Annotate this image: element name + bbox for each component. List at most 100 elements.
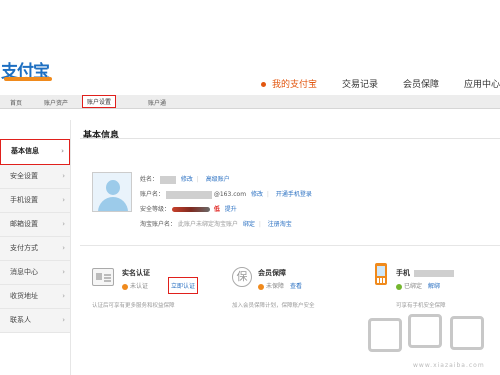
card-protection: 保 会员保障 未保障 查看 加入会员保障计划，保障账户安全 [232, 246, 362, 316]
title-divider [80, 138, 500, 139]
realname-status-text: 未认证 [130, 283, 149, 290]
nav-member-protection[interactable]: 会员保障 [403, 77, 439, 90]
id-card-icon [92, 268, 114, 286]
name-label: 姓名： [140, 176, 159, 183]
verify-now-label: 立即认证 [171, 283, 196, 290]
name-edit-link[interactable]: 修改 [181, 176, 193, 183]
logo-swoosh [4, 77, 52, 81]
page-title: 基本信息 [83, 131, 120, 141]
sidebar-item-payment[interactable]: 支付方式 › [0, 237, 70, 261]
card-protection-desc: 加入会员保障计划，保障账户安全 [232, 303, 315, 309]
account-edit-link[interactable]: 修改 [251, 191, 263, 198]
protection-status-text: 未保障 [266, 283, 285, 290]
top-nav: 我的支付宝 交易记录 会员保障 应用中心 [236, 76, 500, 90]
sidebar-item-label: 安全设置 [10, 172, 38, 180]
card-phone-title-text: 手机 [396, 269, 410, 277]
account-row: 账户名： @163.com 修改 | 开通手机登录 [140, 187, 480, 202]
sidebar-item-phone[interactable]: 手机设置 › [0, 189, 70, 213]
separator: | [196, 176, 199, 183]
phone-number-masked [414, 269, 454, 277]
chevron-right-icon: › [62, 196, 65, 204]
check-icon [396, 283, 402, 290]
card-phone-title: 手机 [396, 268, 454, 278]
separator: | [266, 191, 269, 198]
alias-row: 淘宝账户名： 此账户未绑定淘宝账户 绑定 | 注册淘宝 [140, 217, 480, 232]
security-label: 安全等级： [140, 206, 171, 213]
verify-now-button[interactable]: 立即认证 [168, 277, 199, 294]
sidebar-item-label: 联系人 [10, 316, 31, 324]
sidebar-item-label: 基本信息 [11, 147, 39, 155]
advanced-account-link[interactable]: 高级账户 [206, 176, 230, 183]
name-masked [159, 175, 176, 184]
chevron-right-icon: › [62, 172, 65, 180]
profile-info: 姓名： 修改 | 高级账户 账户名： @163.com 修改 | 开通手机登录 … [140, 172, 480, 232]
separator: | [258, 221, 261, 228]
nav-transactions[interactable]: 交易记录 [342, 77, 378, 90]
card-realname-desc: 认证后可享有更多服务和权益保障 [92, 303, 175, 309]
chevron-right-icon: › [62, 268, 65, 276]
security-upgrade-link[interactable]: 提升 [225, 206, 237, 213]
sidebar-item-label: 支付方式 [10, 244, 38, 252]
avatar[interactable] [92, 172, 132, 212]
alias-value: 此账户未绑定淘宝账户 [177, 221, 238, 228]
sidebar-item-label: 邮箱设置 [10, 220, 38, 228]
warning-icon [122, 283, 128, 290]
chevron-right-icon: › [62, 292, 65, 300]
chevron-right-icon: › [62, 316, 65, 324]
nav-my-alipay[interactable]: 我的支付宝 [260, 77, 317, 90]
phone-unbind-link[interactable]: 解绑 [428, 283, 440, 290]
sidebar-item-basic-info[interactable]: 基本信息 › [0, 139, 70, 165]
warning-icon [258, 283, 264, 290]
chevron-right-icon: › [61, 147, 64, 155]
chevron-right-icon: › [62, 244, 65, 252]
sub-nav: 首页 账户资产 账户设置 账户通 [0, 95, 500, 109]
protection-seal-icon: 保 [232, 267, 252, 287]
sidebar-item-contacts[interactable]: 联系人 › [0, 309, 70, 333]
sidebar-item-label: 消息中心 [10, 268, 38, 276]
name-row: 姓名： 修改 | 高级账户 [140, 172, 480, 187]
alias-label: 淘宝账户名： [140, 221, 177, 228]
avatar-head-icon [106, 180, 120, 195]
card-realname: 实名认证 未认证 立即认证 认证后可享有更多服务和权益保障 [80, 246, 220, 316]
sidebar-item-label: 收货地址 [10, 292, 38, 300]
chevron-right-icon: › [62, 220, 65, 228]
sidebar-item-label: 手机设置 [10, 196, 38, 204]
sidebar-item-address[interactable]: 收货地址 › [0, 285, 70, 309]
watermark-glyph-icon [408, 314, 442, 348]
account-value: @163.com [213, 191, 247, 198]
sidebar-item-messages[interactable]: 消息中心 › [0, 261, 70, 285]
subnav-account-settings[interactable]: 账户设置 [82, 95, 117, 108]
subnav-account-pass[interactable]: 账户通 [148, 98, 166, 107]
phone-login-link[interactable]: 开通手机登录 [276, 191, 312, 198]
avatar-body-icon [98, 197, 128, 211]
subnav-home[interactable]: 首页 [10, 98, 22, 107]
active-dot-icon [260, 81, 266, 87]
card-protection-title: 会员保障 [258, 269, 286, 277]
security-level: 低 [213, 206, 220, 213]
watermark-text: www.xiazaiba.com [413, 362, 485, 369]
sidebar-divider [70, 120, 71, 375]
card-realname-status: 未认证 [122, 281, 148, 290]
phone-status-text: 已绑定 [404, 283, 423, 290]
register-link[interactable]: 注册淘宝 [268, 221, 292, 228]
card-protection-status: 未保障 查看 [258, 281, 302, 290]
sidebar: 基本信息 › 安全设置 › 手机设置 › 邮箱设置 › 支付方式 › 消息中心 › 收货地址… [0, 139, 70, 333]
mobile-phone-icon [375, 263, 387, 285]
card-realname-title: 实名认证 [122, 269, 150, 277]
subnav-assets[interactable]: 账户资产 [44, 98, 68, 107]
security-strength-bar [171, 207, 210, 212]
watermark-glyph-icon [368, 318, 402, 352]
sidebar-item-email[interactable]: 邮箱设置 › [0, 213, 70, 237]
watermark-glyph-icon [450, 316, 484, 350]
nav-my-alipay-label: 我的支付宝 [271, 79, 317, 90]
protection-view-link[interactable]: 查看 [290, 283, 302, 290]
bind-link[interactable]: 绑定 [243, 221, 255, 228]
security-row: 安全等级： 低 提升 [140, 202, 480, 217]
watermark: www.xiazaiba.com [360, 302, 500, 375]
nav-app-center[interactable]: 应用中心 [464, 77, 500, 90]
account-label: 账户名： [140, 191, 165, 198]
sidebar-item-security[interactable]: 安全设置 › [0, 165, 70, 189]
card-phone-status: 已绑定 解绑 [396, 281, 440, 290]
header: 支付宝 我的支付宝 交易记录 会员保障 应用中心 [0, 0, 500, 95]
account-masked [165, 190, 212, 199]
